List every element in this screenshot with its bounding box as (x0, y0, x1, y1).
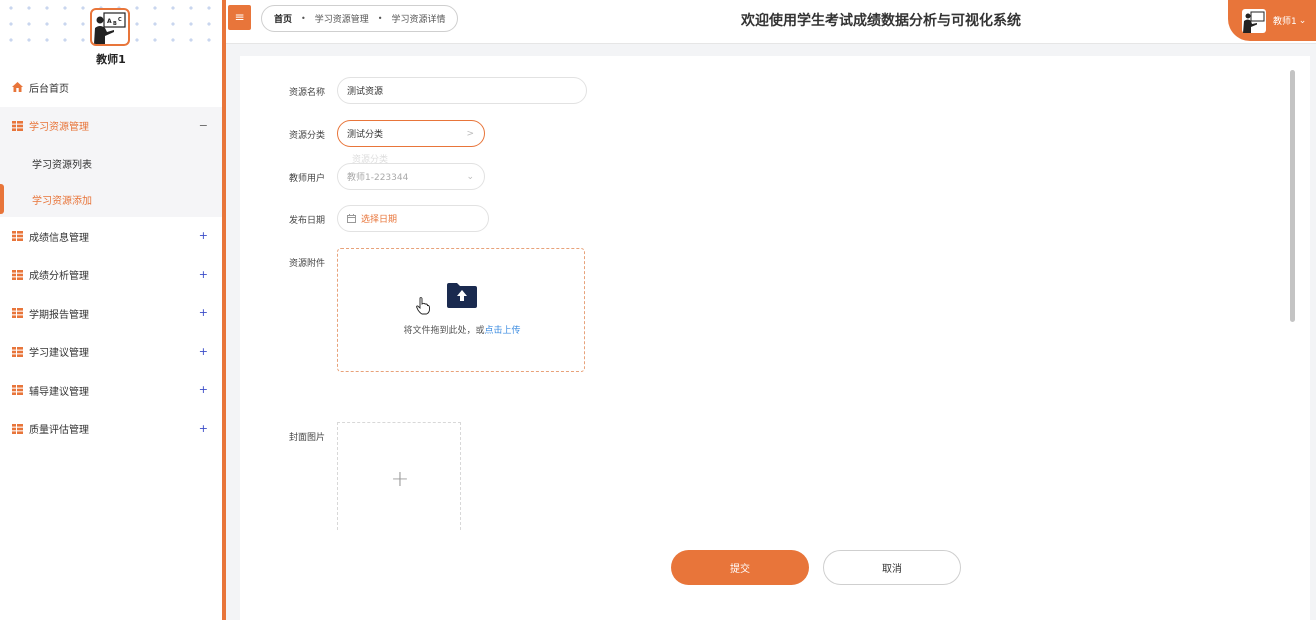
expand-icon[interactable]: + (199, 306, 208, 319)
collapse-icon[interactable]: − (199, 119, 208, 132)
cancel-button[interactable]: 取消 (823, 550, 961, 585)
submit-button[interactable]: 提交 (671, 550, 809, 585)
sidebar-item-score-info[interactable]: 成绩信息管理 + (0, 217, 222, 256)
grid-icon (12, 346, 23, 357)
user-name: 教师1 (96, 53, 126, 66)
sidebar: A B C 教师1 后台首页 学习资源管理 − 学习资源列表 学习资源添加 成绩… (0, 0, 222, 620)
sidebar-menu: 后台首页 学习资源管理 − 学习资源列表 学习资源添加 成绩信息管理 + 成绩分… (0, 68, 222, 448)
svg-text:A: A (107, 18, 112, 25)
resource-name-value: 测试资源 (347, 87, 384, 97)
grid-icon (12, 423, 23, 434)
resource-name-label: 资源名称 (289, 88, 326, 98)
teacher-avatar: A B C (90, 8, 130, 46)
sidebar-item-semester-report[interactable]: 学期报告管理 + (0, 294, 222, 333)
teacher-user-value: 教师1-223344 (347, 173, 409, 183)
teacher-board-icon: A B C (94, 12, 126, 44)
sidebar-item-study-advice[interactable]: 学习建议管理 + (0, 333, 222, 372)
sidebar-item-label: 学习建议管理 (29, 348, 89, 360)
sidebar-item-label: 成绩分析管理 (29, 271, 89, 283)
breadcrumb-separator: • (377, 14, 383, 23)
upload-hint: 将文件拖到此处，或点击上传 (338, 323, 586, 336)
cover-image-label: 封面图片 (289, 433, 326, 443)
calendar-icon (347, 214, 356, 223)
publish-date-label: 发布日期 (289, 216, 326, 226)
user-name-label: 教师1 (1273, 17, 1297, 27)
user-menu[interactable]: 教师1 ⌄ (1228, 0, 1316, 41)
sidebar-item-quality-assessment[interactable]: 质量评估管理 + (0, 410, 222, 449)
plus-icon: + (390, 467, 410, 492)
chevron-down-icon: ⌄ (1298, 15, 1307, 26)
teacher-avatar-icon (1242, 8, 1266, 33)
grid-icon (12, 385, 23, 396)
breadcrumb-resource-detail: 学习资源详情 (391, 15, 446, 25)
grid-icon (12, 231, 23, 242)
system-title: 欢迎使用学生考试成绩数据分析与可视化系统 (741, 13, 1021, 29)
sidebar-subitem-label: 学习资源列表 (32, 159, 92, 171)
cover-image-upload[interactable]: + (337, 422, 461, 530)
hand-cursor-icon (416, 297, 430, 315)
click-upload-link[interactable]: 点击上传 (485, 326, 521, 336)
scrollbar[interactable] (1290, 70, 1295, 322)
sidebar-subitem-label: 学习资源添加 (32, 195, 92, 207)
attachment-upload-dropzone[interactable]: 将文件拖到此处，或点击上传 (337, 248, 585, 372)
menu-toggle-icon[interactable]: ≡ (228, 5, 251, 30)
sidebar-item-score-analysis[interactable]: 成绩分析管理 + (0, 256, 222, 295)
sidebar-item-label: 后台首页 (29, 83, 69, 95)
sidebar-subitem-resource-list[interactable]: 学习资源列表 (0, 145, 222, 181)
top-header: ≡ 首页 • 学习资源管理 • 学习资源详情 欢迎使用学生考试成绩数据分析与可视… (226, 0, 1316, 44)
grid-icon (12, 120, 23, 131)
teacher-user-label: 教师用户 (289, 174, 326, 184)
upload-hint-text: 将文件拖到此处，或 (403, 326, 485, 336)
expand-icon[interactable]: + (199, 229, 208, 242)
folder-upload-icon (447, 283, 477, 308)
expand-icon[interactable]: + (199, 268, 208, 281)
expand-icon[interactable]: + (199, 345, 208, 358)
breadcrumb: 首页 • 学习资源管理 • 学习资源详情 (261, 5, 459, 32)
breadcrumb-resource-management[interactable]: 学习资源管理 (315, 12, 369, 25)
chevron-right-icon: > (466, 128, 474, 139)
svg-text:C: C (118, 17, 122, 23)
resource-name-input[interactable]: 测试资源 (337, 77, 587, 104)
sidebar-item-tutoring-advice[interactable]: 辅导建议管理 + (0, 371, 222, 410)
grid-icon (12, 308, 23, 319)
sidebar-border (222, 0, 226, 620)
sidebar-item-resource-management[interactable]: 学习资源管理 − (0, 106, 222, 145)
date-placeholder: 选择日期 (361, 215, 398, 225)
sidebar-item-label: 辅导建议管理 (29, 386, 89, 398)
svg-text:B: B (113, 21, 117, 27)
resource-category-label: 资源分类 (289, 131, 326, 141)
resource-category-select[interactable]: 测试分类 > (337, 120, 485, 147)
home-icon (12, 82, 23, 93)
resource-category-value: 测试分类 (347, 130, 384, 140)
breadcrumb-separator: • (301, 14, 306, 23)
breadcrumb-home[interactable]: 首页 (274, 12, 292, 25)
expand-icon[interactable]: + (199, 422, 208, 435)
chevron-down-icon: ⌄ (466, 171, 474, 182)
sidebar-item-label: 学习资源管理 (29, 122, 89, 134)
expand-icon[interactable]: + (199, 383, 208, 396)
sidebar-item-label: 学期报告管理 (29, 309, 89, 321)
publish-date-picker[interactable]: 选择日期 (337, 205, 489, 232)
attachment-label: 资源附件 (289, 259, 326, 269)
teacher-user-select[interactable]: 教师1-223344 ⌄ (337, 163, 485, 190)
grid-icon (12, 269, 23, 280)
sidebar-item-label: 成绩信息管理 (29, 232, 89, 244)
sidebar-subitem-resource-add[interactable]: 学习资源添加 (0, 181, 222, 217)
sidebar-item-home[interactable]: 后台首页 (0, 68, 222, 107)
sidebar-item-label: 质量评估管理 (29, 425, 89, 437)
